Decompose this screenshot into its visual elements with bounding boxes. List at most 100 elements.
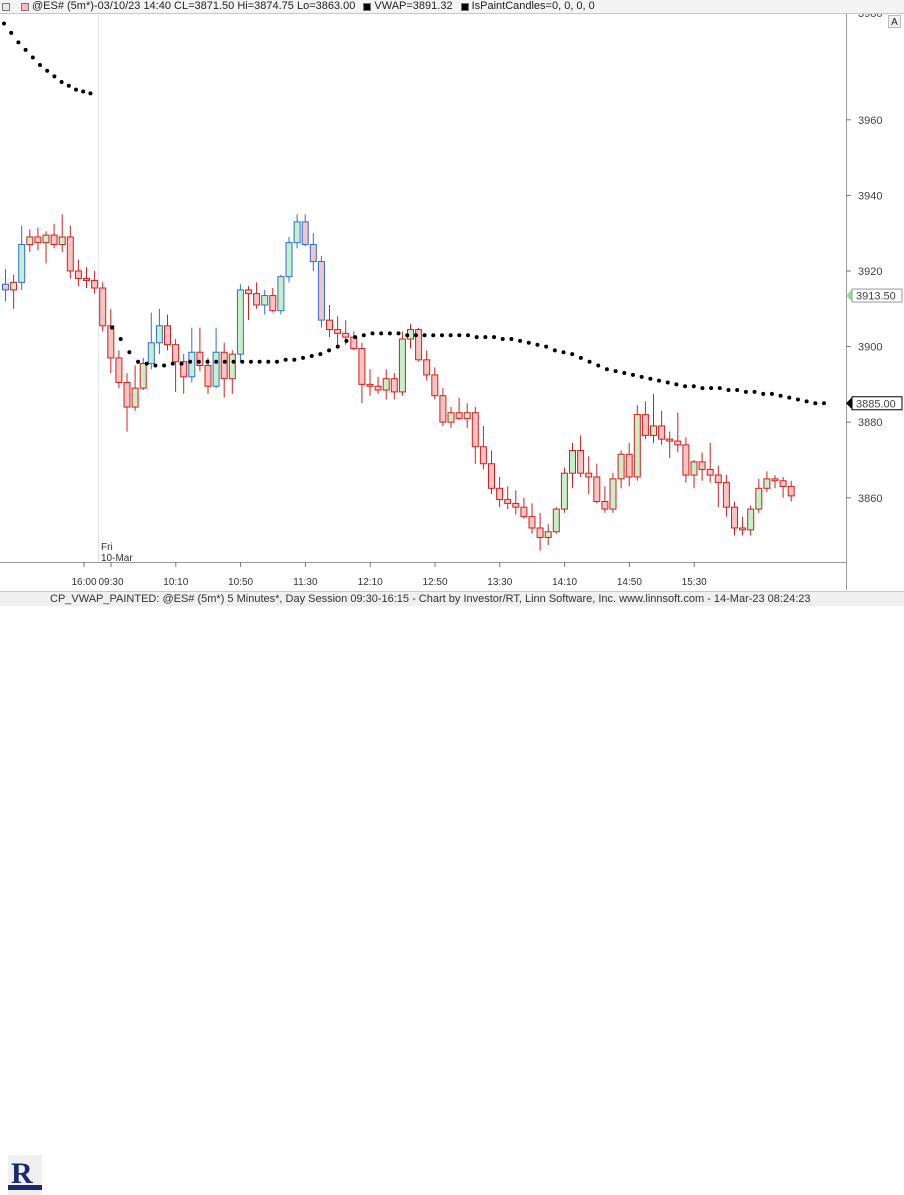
candle-body [698, 461, 706, 470]
candle [99, 282, 107, 332]
vwap-dot [578, 355, 583, 360]
vwap-dot [413, 333, 418, 338]
candle-body [220, 351, 228, 380]
candle-body [172, 344, 180, 363]
candle-body [496, 487, 504, 501]
vwap-dot-prev-session [16, 40, 21, 45]
price-tick-label: 3880 [858, 417, 882, 429]
vwap-readout-swatch[interactable] [363, 2, 372, 11]
candle-body [488, 463, 495, 489]
candle-body [293, 221, 301, 244]
price-chart[interactable]: 3860 3880 3900 3920 3940 3960 16:00 09:30 10:10… [0, 0, 904, 606]
candle-body [26, 236, 34, 246]
vwap-dot [648, 376, 653, 381]
candle-body [447, 412, 455, 423]
vwap-dot [535, 342, 540, 347]
vwap-dot-prev-session [23, 47, 28, 52]
vwap-dot [127, 350, 132, 355]
vwap-dot-prev-session [38, 63, 42, 68]
time-tick-label: 11:30 [293, 577, 318, 588]
session-date-label: 10-Mar [101, 553, 133, 564]
instrument-ohlc-readout-swatch[interactable] [21, 2, 29, 11]
candle-body [342, 332, 350, 338]
candle-body [431, 374, 439, 397]
vwap-dot [136, 359, 141, 364]
vwap-price-marker: 3885.00 [846, 396, 903, 411]
vwap-dot [657, 378, 662, 383]
price-tick-label: 3900 [858, 342, 882, 354]
vwap-dot [500, 337, 505, 342]
vwap-dot [604, 367, 609, 372]
vwap-dot [188, 359, 193, 364]
candle-body [601, 501, 609, 510]
vwap-dot [266, 359, 271, 364]
candle-body [625, 453, 633, 478]
vwap-dot [683, 384, 688, 389]
candle-body [658, 425, 666, 440]
candle-body [83, 278, 90, 281]
header-bar-toggle-swatch[interactable] [2, 2, 10, 11]
candle-body [714, 474, 722, 484]
candle-body [706, 468, 714, 476]
vwap-dot [179, 361, 184, 366]
candle-body [690, 461, 698, 476]
candle-body [317, 261, 325, 321]
vwap-dot [335, 344, 340, 349]
time-tick-label: 12:50 [422, 577, 447, 588]
vwap-dot [639, 374, 644, 379]
candle [560, 467, 568, 513]
candle-body [212, 351, 220, 387]
footer-description: CP_VWAP_PAINTED: @ES# (5m*) 5 Minutes*, … [50, 593, 811, 605]
candle-body [147, 342, 155, 365]
candle-body [18, 244, 26, 283]
vwap-dot [466, 333, 470, 338]
candle-body [366, 383, 374, 387]
candle-body [771, 478, 779, 482]
time-tick-label: 16:00 [71, 577, 96, 588]
vwap-dot-prev-session [88, 91, 93, 96]
vwap-dot [518, 338, 523, 343]
candle-body [99, 287, 107, 327]
candle-body [455, 412, 463, 419]
vwap-dot [170, 361, 175, 366]
candle [398, 331, 406, 396]
vwap-readout: VWAP=3891.32 [374, 0, 453, 12]
auto-scale-button[interactable]: A [888, 15, 901, 28]
vwap-dot-prev-session [9, 30, 14, 35]
vwap-dot [162, 363, 167, 368]
time-tick-label: 12:10 [358, 577, 383, 588]
candle-body [471, 412, 479, 448]
time-tick-label: 09:30 [98, 577, 123, 588]
vwap-dot [717, 386, 722, 391]
vwap-dot [153, 363, 158, 368]
vwap-dot [318, 352, 323, 357]
candle-body [722, 482, 730, 508]
vwap-dot [804, 399, 809, 404]
vwap-dot [483, 335, 488, 340]
vwap-dot-prev-session [52, 74, 57, 79]
candle-body [560, 472, 568, 510]
vwap-dot-prev-session [66, 83, 71, 88]
vwap-dot [761, 391, 766, 396]
vwap-dot [292, 357, 297, 362]
candle-body [577, 450, 585, 474]
candle-body [593, 476, 601, 503]
paint-candles-readout-swatch[interactable] [460, 2, 469, 11]
vwap-dot-prev-session [30, 55, 35, 60]
candle-body [42, 234, 50, 244]
candle-body [390, 378, 398, 393]
vwap-dot [752, 389, 757, 394]
vwap-dot [205, 359, 210, 364]
candle-body [536, 527, 544, 538]
vwap-dot [552, 348, 557, 353]
candle-body [34, 236, 42, 244]
vwap-dot [370, 331, 375, 336]
vwap-dot-prev-session [81, 89, 86, 94]
candle-body [609, 478, 617, 510]
candle-body [374, 385, 382, 391]
candle-body [479, 446, 487, 465]
candle [236, 284, 244, 362]
candle-body [617, 453, 625, 480]
candle-body [439, 395, 447, 423]
time-tick-label: 10:10 [163, 577, 188, 588]
